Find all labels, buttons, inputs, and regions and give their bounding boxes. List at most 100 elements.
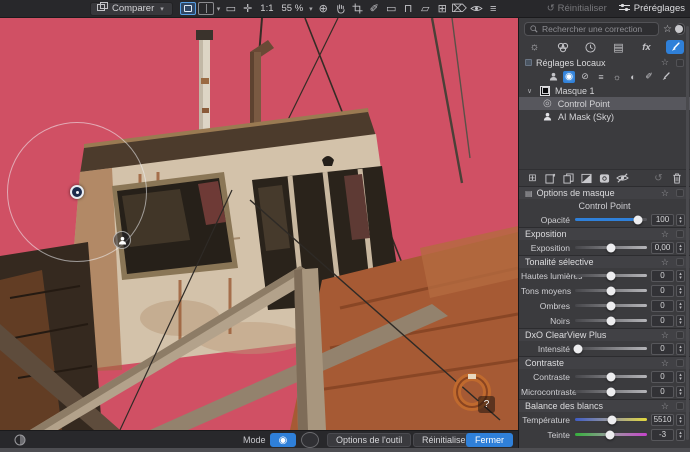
single-view-button[interactable] xyxy=(180,2,196,15)
control-point-tool-icon[interactable]: ◉ xyxy=(563,71,575,83)
midtones-stepper[interactable]: ▴▾ xyxy=(676,285,685,297)
tint-slider[interactable] xyxy=(575,433,647,436)
mask-group-row[interactable]: ∨ Masque 1 xyxy=(519,84,690,97)
section-reset-icon[interactable] xyxy=(676,258,684,266)
favorite-icon[interactable]: ☆ xyxy=(661,229,669,240)
show-mask-eye-icon[interactable] xyxy=(469,2,484,16)
perspective-tool-icon[interactable]: ▱ xyxy=(418,2,433,16)
microcontrast-stepper[interactable]: ▴▾ xyxy=(676,386,685,398)
zoom-mode-button[interactable] xyxy=(301,432,319,448)
brush-tool-icon[interactable] xyxy=(659,71,671,83)
highlights-value[interactable]: 0 xyxy=(651,270,674,282)
exposition-slider[interactable] xyxy=(575,246,647,249)
gradient-tool-icon[interactable]: ≡ xyxy=(595,71,607,83)
repair-tool-icon[interactable]: ✐ xyxy=(367,2,382,16)
control-line-tool-icon[interactable]: ⊘ xyxy=(579,71,591,83)
exposition-value[interactable]: 0,00 xyxy=(651,242,674,254)
eraser-tool-icon[interactable]: ⌦ xyxy=(452,2,467,16)
feather-mask-icon[interactable] xyxy=(598,172,611,184)
shadows-slider[interactable] xyxy=(575,304,647,307)
search-input[interactable] xyxy=(542,24,653,34)
zoom-1to1-button[interactable]: 1:1 xyxy=(260,3,273,14)
corrections-toggle[interactable] xyxy=(676,23,685,35)
zoom-level-value[interactable]: 55 % xyxy=(282,3,304,14)
temperature-slider[interactable] xyxy=(575,418,647,421)
ai-mask-tool-icon[interactable] xyxy=(547,71,559,83)
favorite-icon[interactable]: ☆ xyxy=(661,188,669,199)
radial-tool-icon[interactable]: ◐ xyxy=(627,71,639,83)
tab-light[interactable]: ☼ xyxy=(526,40,544,54)
help-button[interactable]: ? xyxy=(478,396,495,413)
favorite-icon[interactable]: ☆ xyxy=(661,330,669,341)
contrast-value[interactable]: 0 xyxy=(651,371,674,383)
grid-tool-icon[interactable]: ⊞ xyxy=(435,2,450,16)
toolbar-reset-button[interactable]: ↺ Réinitialiser xyxy=(547,3,607,14)
section-reset-icon[interactable] xyxy=(676,402,684,410)
horizon-tool-icon[interactable]: ▭ xyxy=(384,2,399,16)
duplicate-mask-icon[interactable] xyxy=(562,172,575,184)
tint-stepper[interactable]: ▴▾ xyxy=(676,429,685,441)
crop-icon[interactable] xyxy=(350,2,365,16)
image-canvas[interactable]: ? xyxy=(0,18,518,430)
contrast-stepper[interactable]: ▴▾ xyxy=(676,371,685,383)
intensity-value[interactable]: 0 xyxy=(651,343,674,355)
overlay-lines-icon[interactable]: ≡ xyxy=(486,2,501,16)
luminosity-mask-tool-icon[interactable]: ☼ xyxy=(611,71,623,83)
blacks-slider[interactable] xyxy=(575,319,647,322)
tab-history[interactable] xyxy=(582,40,600,54)
opacity-stepper[interactable]: ▴▾ xyxy=(676,214,685,226)
add-mask-icon[interactable]: ⊞ xyxy=(526,172,539,184)
tab-effects[interactable]: fx xyxy=(638,40,656,54)
hide-mask-eye-off-icon[interactable] xyxy=(616,172,629,184)
favorite-icon[interactable]: ☆ xyxy=(661,358,669,369)
hand-pan-icon[interactable] xyxy=(333,2,348,16)
microcontrast-value[interactable]: 0 xyxy=(651,386,674,398)
favorite-icon[interactable]: ☆ xyxy=(661,257,669,268)
opacity-slider[interactable] xyxy=(575,218,647,221)
highlights-slider[interactable] xyxy=(575,274,647,277)
highlights-stepper[interactable]: ▴▾ xyxy=(676,270,685,282)
favorite-icon[interactable]: ☆ xyxy=(661,401,669,412)
chevron-down-icon[interactable]: ∨ xyxy=(527,87,535,95)
contrast-slider[interactable] xyxy=(575,375,647,378)
tab-detail[interactable]: ▤ xyxy=(610,40,628,54)
tool-options-button[interactable]: Options de l'outil xyxy=(327,433,411,447)
mask-item-ai-sky[interactable]: AI Mask (Sky) xyxy=(519,110,690,123)
new-mask-icon[interactable] xyxy=(544,172,557,184)
section-reset-icon[interactable] xyxy=(676,230,684,238)
tint-value[interactable]: -3 xyxy=(651,429,674,441)
section-reset-icon[interactable] xyxy=(676,359,684,367)
fit-screen-icon[interactable]: ▭ xyxy=(223,2,238,16)
section-reset-icon[interactable] xyxy=(676,59,684,67)
compare-circle-icon[interactable] xyxy=(14,433,26,447)
ai-mask-marker[interactable] xyxy=(113,231,131,249)
invert-mask-icon[interactable] xyxy=(580,172,593,184)
blacks-stepper[interactable]: ▴▾ xyxy=(676,315,685,327)
favorite-icon[interactable]: ☆ xyxy=(661,57,669,68)
panel-scrollbar[interactable] xyxy=(686,26,689,440)
delete-mask-icon[interactable] xyxy=(670,172,683,184)
midtones-value[interactable]: 0 xyxy=(651,285,674,297)
shadows-value[interactable]: 0 xyxy=(651,300,674,312)
favorites-filter-icon[interactable]: ☆ xyxy=(663,23,672,36)
control-point-handle[interactable] xyxy=(70,185,84,199)
move-icon[interactable]: ✛ xyxy=(240,2,255,16)
search-field[interactable] xyxy=(524,22,659,36)
midtones-slider[interactable] xyxy=(575,289,647,292)
mask-item-control-point[interactable]: ◎ Control Point xyxy=(519,97,690,110)
tab-local-adjustments[interactable] xyxy=(666,40,684,54)
microcontrast-slider[interactable] xyxy=(575,390,647,393)
distortion-tool-icon[interactable]: ⊓ xyxy=(401,2,416,16)
tab-color[interactable] xyxy=(554,40,572,54)
exposition-stepper[interactable]: ▴▾ xyxy=(676,242,685,254)
section-reset-icon[interactable] xyxy=(676,331,684,339)
auto-mask-pen-icon[interactable]: ✐ xyxy=(643,71,655,83)
intensity-stepper[interactable]: ▴▾ xyxy=(676,343,685,355)
presets-button[interactable]: Préréglages xyxy=(619,3,685,15)
blacks-value[interactable]: 0 xyxy=(651,315,674,327)
zoom-chevron-icon[interactable]: ▾ xyxy=(309,5,313,13)
zoom-in-icon[interactable]: ⊕ xyxy=(316,2,331,16)
shadows-stepper[interactable]: ▴▾ xyxy=(676,300,685,312)
section-checkbox[interactable] xyxy=(525,59,532,66)
view-chevron-icon[interactable]: ▾ xyxy=(217,5,221,13)
